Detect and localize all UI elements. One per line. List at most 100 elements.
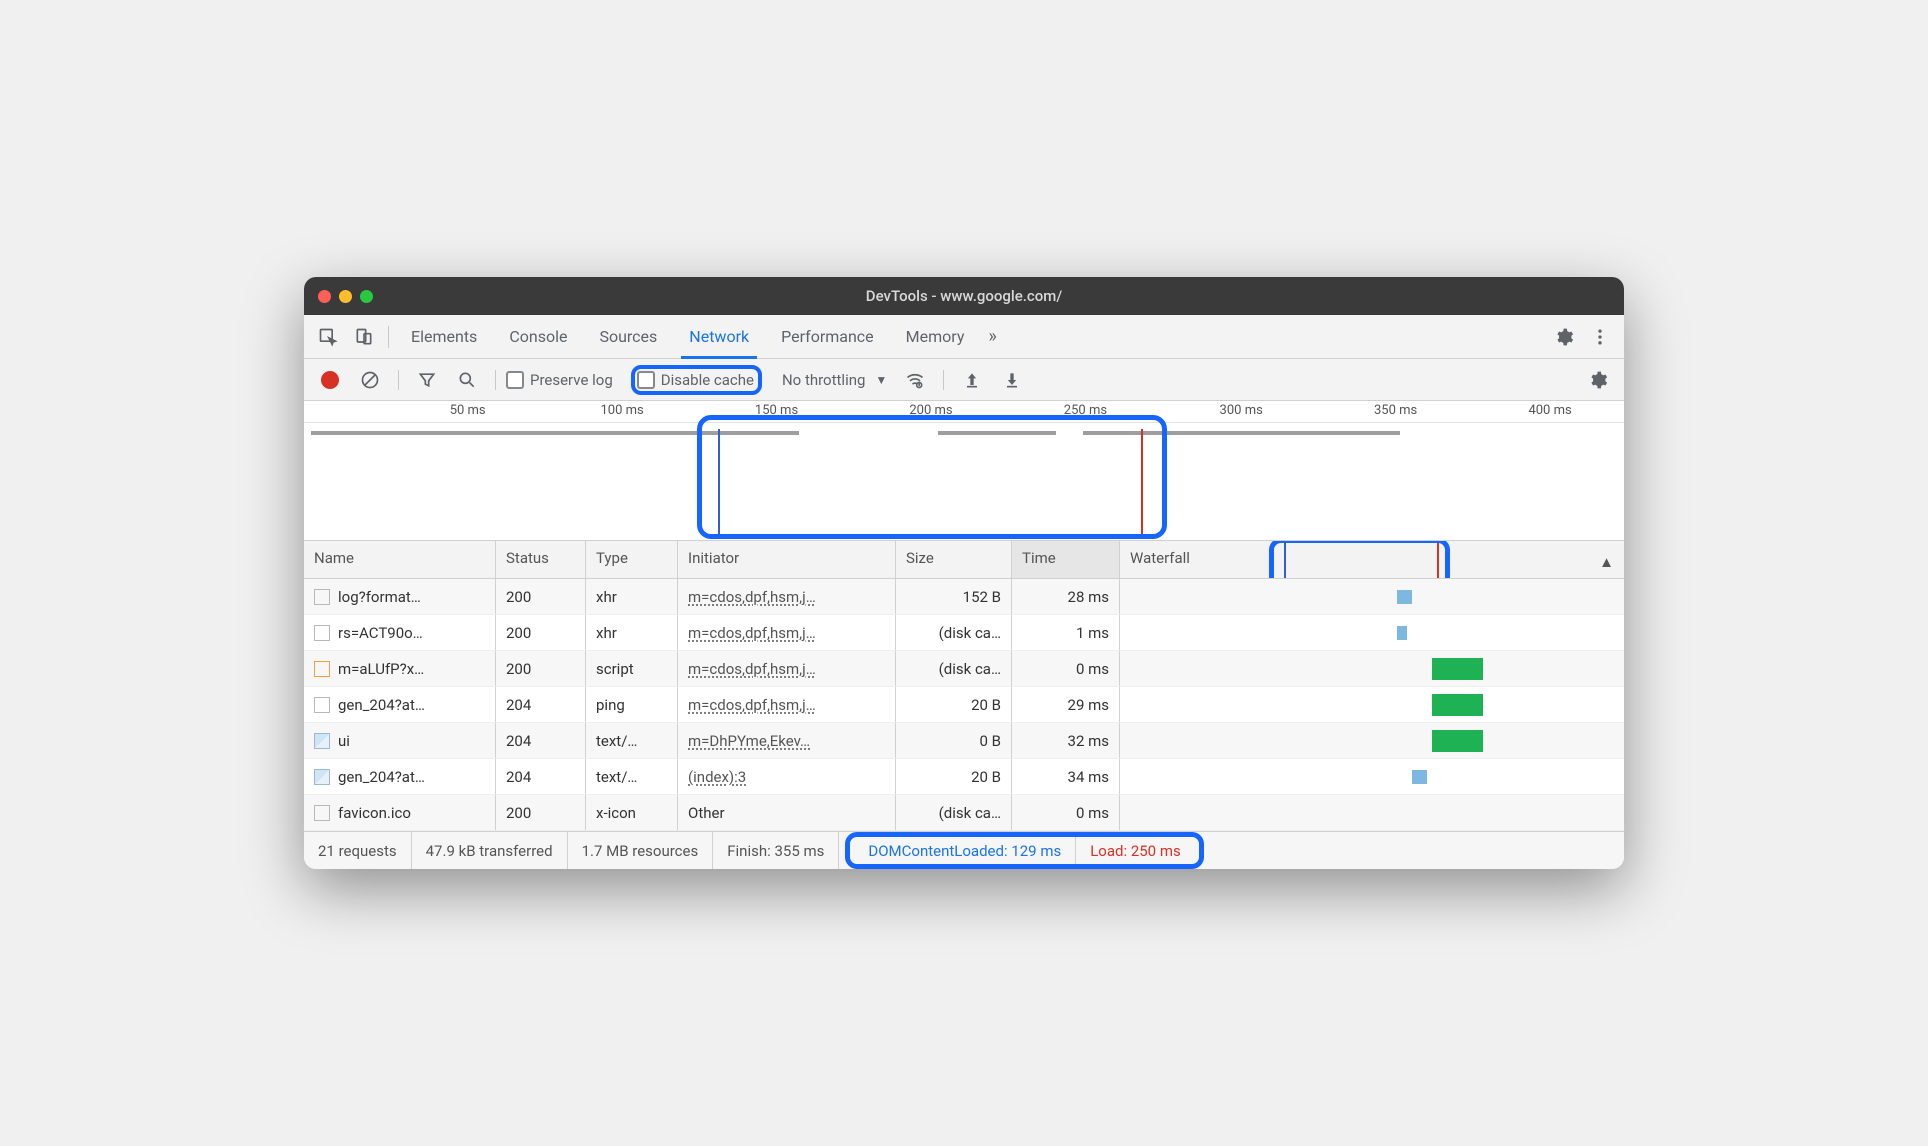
table-row[interactable]: gen_204?at… 204 text/… (index):3 20 B 34… xyxy=(304,759,1624,795)
separator xyxy=(943,370,944,390)
load-line xyxy=(1437,541,1439,578)
network-toolbar: Preserve log Disable cache No throttling… xyxy=(304,359,1624,401)
initiator-link[interactable]: m=cdos,dpf,hsm,j… xyxy=(688,624,816,642)
col-header-type[interactable]: Type xyxy=(586,541,678,578)
document-icon xyxy=(314,625,330,641)
script-icon xyxy=(314,661,330,677)
devtools-window: DevTools - www.google.com/ Elements Cons… xyxy=(304,277,1624,869)
col-header-time[interactable]: Time xyxy=(1012,541,1120,578)
status-transferred: 47.9 kB transferred xyxy=(412,832,568,869)
ruler-tick: 300 ms xyxy=(1220,403,1263,418)
table-row[interactable]: rs=ACT90o… 200 xhr m=cdos,dpf,hsm,j… (di… xyxy=(304,615,1624,651)
kebab-menu-icon[interactable] xyxy=(1582,319,1618,355)
settings-icon[interactable] xyxy=(1546,319,1582,355)
disable-cache-label: Disable cache xyxy=(661,371,754,389)
ruler-tick: 200 ms xyxy=(909,403,952,418)
status-bar: 21 requests 47.9 kB transferred 1.7 MB r… xyxy=(304,831,1624,869)
request-table: log?format… 200 xhr m=cdos,dpf,hsm,j… 15… xyxy=(304,579,1624,831)
titlebar: DevTools - www.google.com/ xyxy=(304,277,1624,315)
table-row[interactable]: gen_204?at… 204 ping m=cdos,dpf,hsm,j… 2… xyxy=(304,687,1624,723)
ruler-tick: 100 ms xyxy=(600,403,643,418)
tab-performance[interactable]: Performance xyxy=(765,315,890,359)
ruler-tick: 150 ms xyxy=(755,403,798,418)
initiator-link[interactable]: m=cdos,dpf,hsm,j… xyxy=(688,660,816,678)
sort-arrow-icon: ▲ xyxy=(1599,553,1614,571)
preserve-log-label: Preserve log xyxy=(530,371,613,389)
image-icon xyxy=(314,769,330,785)
device-toggle-icon[interactable] xyxy=(346,319,382,355)
overview-bar xyxy=(938,431,1057,435)
throttling-label: No throttling xyxy=(782,371,865,389)
col-header-size[interactable]: Size xyxy=(896,541,1012,578)
initiator-text: Other xyxy=(688,804,725,822)
download-har-icon[interactable] xyxy=(994,362,1030,398)
table-row[interactable]: m=aLUfP?x… 200 script m=cdos,dpf,hsm,j… … xyxy=(304,651,1624,687)
waterfall-cell xyxy=(1120,723,1624,758)
overview-bar xyxy=(311,431,799,435)
initiator-link[interactable]: (index):3 xyxy=(688,768,746,786)
status-finish: Finish: 355 ms xyxy=(713,832,839,869)
ruler-tick: 250 ms xyxy=(1064,403,1107,418)
highlight-annotation: DOMContentLoaded: 129 ms Load: 250 ms xyxy=(845,832,1203,869)
document-icon xyxy=(314,805,330,821)
overview-bar xyxy=(1083,431,1400,435)
dcl-line xyxy=(1284,541,1286,578)
separator xyxy=(495,370,496,390)
separator xyxy=(388,326,389,348)
search-icon[interactable] xyxy=(449,362,485,398)
minimize-window-button[interactable] xyxy=(339,290,352,303)
tab-console[interactable]: Console xyxy=(493,315,583,359)
disable-cache-checkbox[interactable]: Disable cache xyxy=(631,365,762,395)
tab-sources[interactable]: Sources xyxy=(583,315,673,359)
table-row[interactable]: favicon.ico 200 x-icon Other (disk ca… 0… xyxy=(304,795,1624,831)
image-icon xyxy=(314,733,330,749)
chevron-down-icon: ▼ xyxy=(875,373,887,387)
more-tabs-button[interactable]: » xyxy=(980,315,1004,359)
waterfall-cell xyxy=(1120,795,1624,830)
status-resources: 1.7 MB resources xyxy=(568,832,714,869)
timeline-overview[interactable]: 50 ms 100 ms 150 ms 200 ms 250 ms 300 ms… xyxy=(304,401,1624,541)
waterfall-cell xyxy=(1120,651,1624,686)
col-header-name[interactable]: Name xyxy=(304,541,496,578)
status-load: Load: 250 ms xyxy=(1076,842,1195,860)
ruler-tick: 350 ms xyxy=(1374,403,1417,418)
tab-elements[interactable]: Elements xyxy=(395,315,493,359)
upload-har-icon[interactable] xyxy=(954,362,990,398)
waterfall-bar xyxy=(1432,694,1482,716)
document-icon xyxy=(314,589,330,605)
inspect-icon[interactable] xyxy=(310,319,346,355)
tab-memory[interactable]: Memory xyxy=(890,315,981,359)
throttling-dropdown[interactable]: No throttling ▼ xyxy=(776,371,893,389)
waterfall-bar xyxy=(1397,590,1412,604)
initiator-link[interactable]: m=cdos,dpf,hsm,j… xyxy=(688,588,816,606)
ruler-tick: 400 ms xyxy=(1528,403,1571,418)
initiator-link[interactable]: m=DhPYme,Ekev… xyxy=(688,732,810,750)
record-button[interactable] xyxy=(312,362,348,398)
window-title: DevTools - www.google.com/ xyxy=(866,287,1062,305)
network-settings-icon[interactable] xyxy=(1580,362,1616,398)
initiator-link[interactable]: m=cdos,dpf,hsm,j… xyxy=(688,696,816,714)
table-row[interactable]: ui 204 text/… m=DhPYme,Ekev… 0 B 32 ms xyxy=(304,723,1624,759)
tab-bar: Elements Console Sources Network Perform… xyxy=(304,315,1624,359)
table-row[interactable]: log?format… 200 xhr m=cdos,dpf,hsm,j… 15… xyxy=(304,579,1624,615)
col-header-waterfall[interactable]: Waterfall ▲ xyxy=(1120,541,1624,578)
col-header-initiator[interactable]: Initiator xyxy=(678,541,896,578)
separator xyxy=(398,370,399,390)
tab-network[interactable]: Network xyxy=(673,315,765,359)
clear-icon[interactable] xyxy=(352,362,388,398)
ruler-tick: 50 ms xyxy=(450,403,486,418)
filter-icon[interactable] xyxy=(409,362,445,398)
traffic-lights xyxy=(318,290,373,303)
maximize-window-button[interactable] xyxy=(360,290,373,303)
preserve-log-checkbox[interactable]: Preserve log xyxy=(506,371,613,389)
load-marker xyxy=(1141,429,1143,534)
waterfall-bar xyxy=(1412,770,1427,784)
waterfall-cell xyxy=(1120,687,1624,722)
table-header-row: Name Status Type Initiator Size Time Wat… xyxy=(304,541,1624,579)
waterfall-bar xyxy=(1432,658,1482,680)
status-requests: 21 requests xyxy=(304,832,412,869)
col-header-status[interactable]: Status xyxy=(496,541,586,578)
network-conditions-icon[interactable] xyxy=(897,362,933,398)
close-window-button[interactable] xyxy=(318,290,331,303)
status-highlight-group: DOMContentLoaded: 129 ms Load: 250 ms xyxy=(839,832,1624,869)
